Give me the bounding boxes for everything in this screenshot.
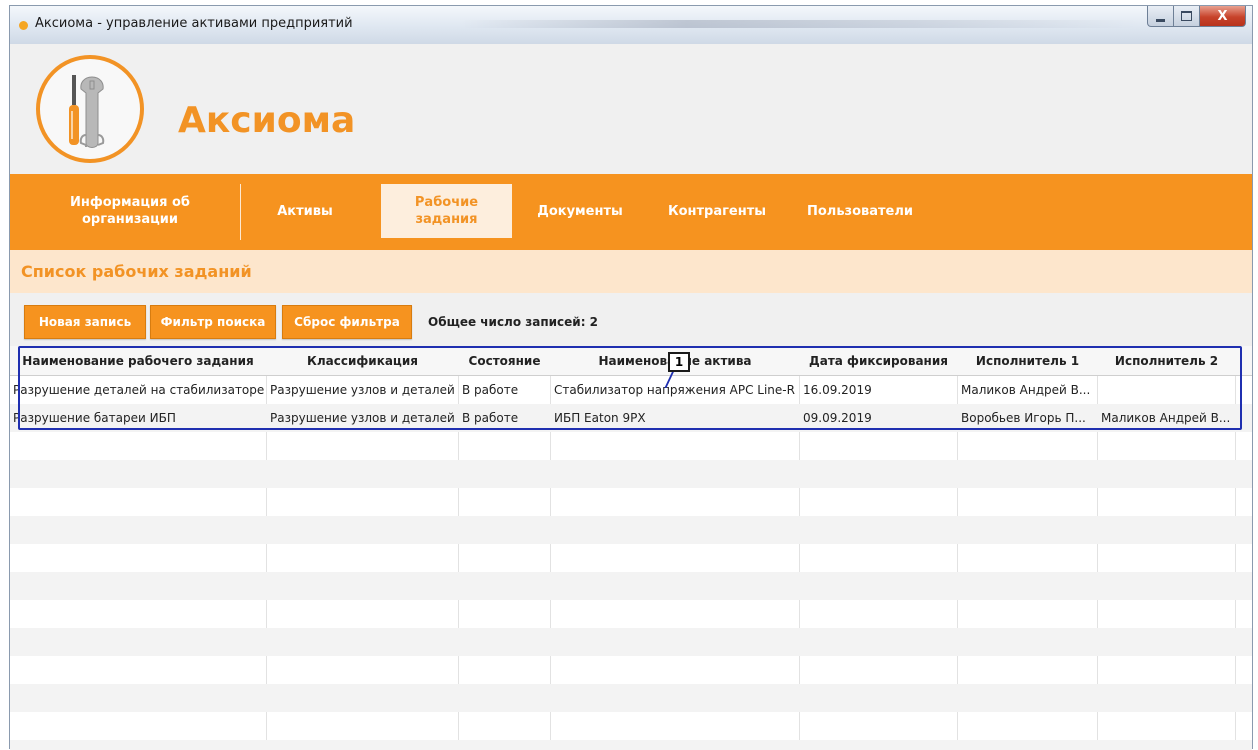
close-button[interactable]: X	[1200, 6, 1246, 27]
app-window: Аксиома - управление активами предприяти…	[9, 5, 1253, 750]
empty-row	[10, 684, 1252, 712]
window-controls: X	[1147, 6, 1246, 28]
maximize-icon	[1181, 11, 1192, 21]
nav-item-documents[interactable]: Документы	[525, 184, 635, 238]
callout-number-badge: 1	[668, 352, 690, 372]
total-records-label: Общее число записей: 2	[428, 315, 599, 329]
window-title: Аксиома - управление активами предприяти…	[35, 16, 353, 31]
brand-name: Аксиома	[178, 100, 356, 141]
empty-row	[10, 572, 1252, 600]
title-bar[interactable]: Аксиома - управление активами предприяти…	[10, 6, 1252, 44]
app-content: Аксиома Информация об организации Активы…	[10, 44, 1252, 750]
nav-item-work-orders[interactable]: Рабочие задания	[381, 184, 512, 238]
empty-row	[10, 712, 1252, 740]
nav-item-counterparties[interactable]: Контрагенты	[652, 184, 782, 238]
nav-item-users[interactable]: Пользователи	[795, 184, 925, 238]
highlight-frame	[18, 346, 1242, 430]
minimize-icon	[1156, 18, 1165, 22]
toolbar: Новая запись Фильтр поиска Сброс фильтра…	[10, 293, 1252, 346]
empty-row	[10, 432, 1252, 460]
nav-separator	[240, 184, 241, 240]
brand-header: Аксиома	[10, 44, 1252, 174]
nav-item-assets[interactable]: Активы	[250, 184, 360, 238]
empty-row	[10, 488, 1252, 516]
maximize-button[interactable]	[1174, 6, 1200, 27]
logo	[36, 55, 144, 163]
close-icon: X	[1217, 8, 1228, 24]
empty-row	[10, 544, 1252, 572]
reset-filter-button[interactable]: Сброс фильтра	[282, 305, 412, 339]
empty-row	[10, 628, 1252, 656]
app-status-icon	[19, 21, 28, 30]
wrench-screwdriver-icon	[69, 75, 105, 148]
nav-item-organization-info[interactable]: Информация об организации	[30, 184, 230, 238]
title-bar-blur	[460, 20, 1140, 28]
minimize-button[interactable]	[1147, 6, 1174, 27]
search-filter-button[interactable]: Фильтр поиска	[150, 305, 276, 339]
empty-row	[10, 656, 1252, 684]
empty-row	[10, 516, 1252, 544]
empty-row	[10, 460, 1252, 488]
empty-row	[10, 600, 1252, 628]
page-title: Список рабочих заданий	[10, 250, 1252, 293]
new-record-button[interactable]: Новая запись	[24, 305, 146, 339]
main-navigation: Информация об организации Активы Рабочие…	[10, 174, 1252, 250]
